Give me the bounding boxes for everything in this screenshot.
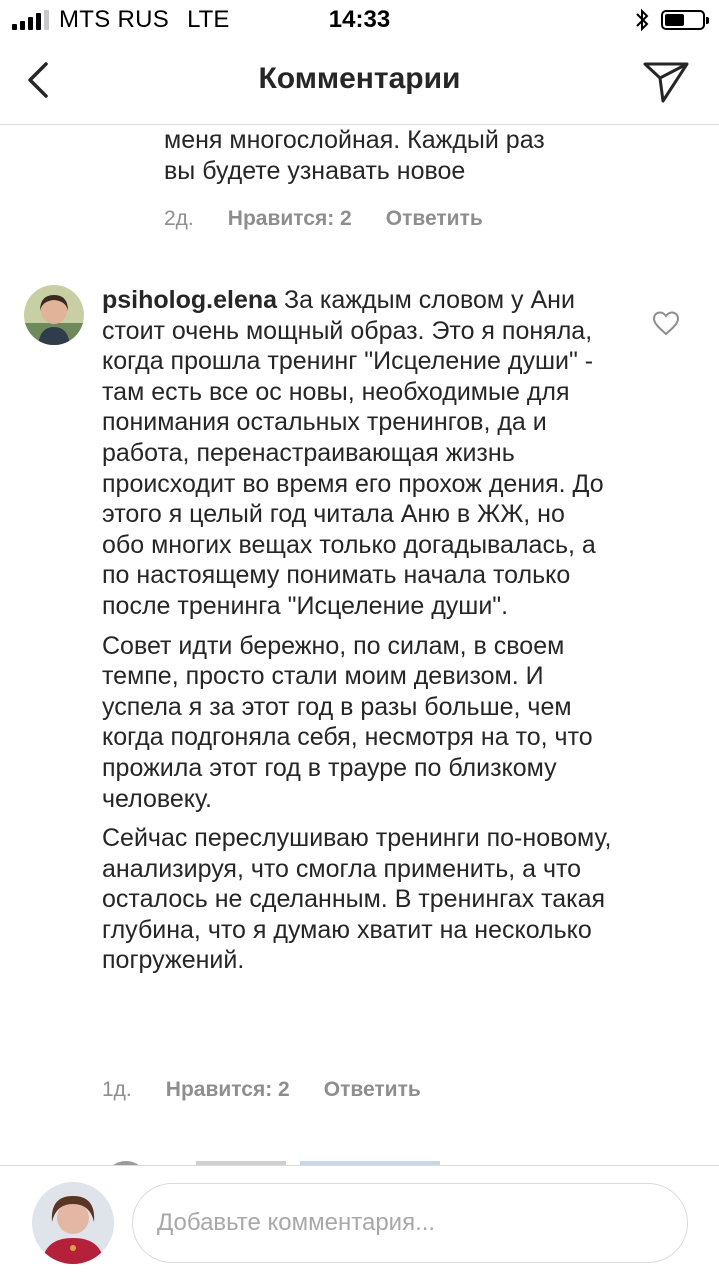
- bluetooth-icon: [636, 8, 649, 32]
- next-comment-peek: [113, 1161, 440, 1165]
- comment-input[interactable]: [132, 1183, 688, 1263]
- reply-button[interactable]: Ответить: [386, 207, 483, 231]
- likes-count-button[interactable]: Нравится: 2: [228, 207, 352, 231]
- comment-meta: 1д. Нравится: 2 Ответить: [102, 1078, 455, 1102]
- previous-comment-line: меня многослойная. Каждый раз: [164, 126, 545, 154]
- comment-age: 1д.: [102, 1078, 132, 1101]
- nav-bar: Комментарии: [0, 40, 719, 125]
- paper-plane-icon[interactable]: [641, 56, 691, 106]
- reply-button[interactable]: Ответить: [324, 1078, 421, 1102]
- heart-outline-icon[interactable]: [652, 310, 680, 336]
- comment-text: За каждым словом у Ани стоит очень мощны…: [102, 286, 604, 620]
- avatar[interactable]: [24, 285, 84, 345]
- comment-body: psiholog.elena За каждым словом у Ани ст…: [102, 285, 612, 985]
- likes-count-button[interactable]: Нравится: 2: [166, 1078, 290, 1102]
- status-right: [635, 8, 709, 32]
- status-time: 14:33: [328, 6, 391, 33]
- battery-icon: [661, 10, 709, 30]
- page-title: Комментарии: [258, 62, 461, 95]
- comment-age: 2д.: [164, 207, 194, 230]
- comment-paragraph: psiholog.elena За каждым словом у Ани ст…: [102, 285, 612, 622]
- previous-comment-text: меня многослойная. Каждый раз вы будете …: [164, 125, 664, 187]
- battery-level: [665, 14, 685, 26]
- avatar-image: [24, 285, 84, 345]
- comments-list[interactable]: меня многослойная. Каждый раз вы будете …: [0, 125, 719, 1165]
- avatar: [32, 1182, 114, 1264]
- comment-paragraph: Совет идти бережно, по силам, в своем те…: [102, 631, 593, 813]
- previous-comment-meta: 2д. Нравится: 2 Ответить: [164, 207, 517, 231]
- comment-paragraph: Сейчас переслушиваю тренинги по-новому, …: [102, 824, 612, 975]
- avatar-image: [32, 1182, 114, 1264]
- comment-composer: [0, 1165, 719, 1281]
- status-bar: MTS RUS LTE 14:33: [0, 0, 719, 40]
- previous-comment-line: вы будете узнавать новое: [164, 157, 466, 185]
- comment-username[interactable]: psiholog.elena: [102, 286, 277, 314]
